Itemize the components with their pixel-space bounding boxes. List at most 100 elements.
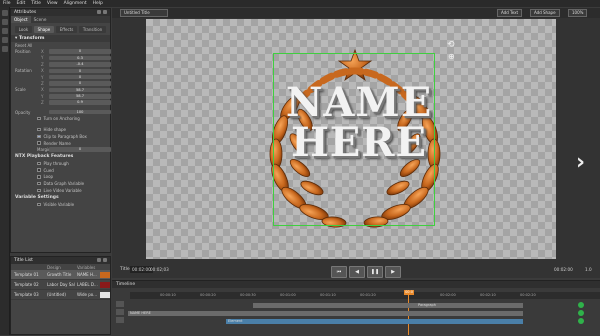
column-variables: Variables (77, 264, 96, 270)
position-z-field[interactable]: -0.4 (49, 62, 111, 67)
play-button[interactable]: ▶ (385, 266, 401, 278)
eye-icon[interactable] (116, 317, 124, 323)
anchoring-checkbox[interactable] (37, 116, 41, 121)
track-name-here[interactable]: NAME HERE (128, 311, 523, 316)
rotation-x-field[interactable]: 0 (49, 68, 111, 73)
play-through-label: Play through (43, 160, 69, 166)
playhead-marker[interactable]: 00:0 (404, 290, 414, 295)
ruler-tick-label: 00:02:00 (440, 293, 456, 297)
subtab-shape[interactable]: Shape (33, 25, 55, 33)
data-graph-checkbox[interactable] (37, 181, 41, 186)
title-list-row[interactable]: Template 03 (Untitled) Wide po... (11, 290, 110, 300)
menu-alignment[interactable]: Alignment (64, 1, 87, 6)
track-element[interactable]: Element (226, 319, 523, 324)
hide-shape-checkbox[interactable] (37, 127, 41, 132)
subtab-effects[interactable]: Effects (55, 25, 78, 33)
zoom-dropdown[interactable]: 100% (568, 9, 588, 17)
column-design: Design (47, 264, 61, 270)
ruler-tick-label: 00:01:10 (320, 293, 336, 297)
play-through-row[interactable]: Play through (11, 160, 110, 167)
tab-object[interactable]: Object (11, 16, 31, 23)
cued-row[interactable]: Cued (11, 167, 110, 174)
panel-close-icon[interactable] (103, 258, 107, 262)
live-video-row[interactable]: Live Video Variable (11, 187, 110, 194)
data-graph-row[interactable]: Data Graph Variable (11, 180, 110, 187)
opacity-field[interactable]: 100 (49, 109, 111, 115)
title-list-row[interactable]: Template 01 Growth Title NAME H... (11, 270, 110, 280)
play-through-checkbox[interactable] (37, 161, 41, 166)
anchoring-label: Turn on Anchoring (43, 116, 80, 122)
menu-title[interactable]: Title (31, 1, 41, 6)
tab-scene[interactable]: Scene (31, 16, 50, 23)
hide-shape-row[interactable]: Hide shape (11, 126, 110, 133)
anchoring-checkbox-row[interactable]: Turn on Anchoring (11, 115, 110, 122)
row-label: Rotation (15, 68, 32, 74)
go-start-button[interactable]: ⏮ (331, 266, 347, 278)
add-text-button[interactable]: Add Text (497, 9, 523, 17)
menu-view[interactable]: View (47, 1, 58, 6)
template-design: (Untitled) (47, 292, 66, 297)
play-back-button[interactable]: ◀ (349, 266, 365, 278)
pivot-handle-icon[interactable]: ⊕ (448, 52, 455, 61)
clip-paragraph-row[interactable]: Clip to Paragraph Box (11, 133, 110, 140)
scale-y-field[interactable]: 58.7 (49, 94, 111, 99)
eye-icon[interactable] (116, 309, 124, 315)
shape-tool-icon[interactable] (1, 28, 8, 34)
scale-x-field[interactable]: 58.7 (49, 87, 111, 93)
loop-row[interactable]: Loop (11, 173, 110, 180)
subtab-transition[interactable]: Transition (78, 25, 107, 33)
visible-variable-checkbox[interactable] (37, 202, 41, 206)
clip-paragraph-checkbox[interactable] (37, 134, 41, 139)
subtab-look[interactable]: Look (14, 25, 33, 33)
eye-icon[interactable] (116, 301, 124, 307)
pause-button[interactable]: ❚❚ (367, 266, 383, 278)
template-design: Labor Day Sal (47, 282, 75, 287)
title-list-row[interactable]: Template 02 Labor Day Sal LABEL D... (11, 280, 110, 290)
position-x-field[interactable]: 0 (49, 49, 111, 54)
margin-field[interactable]: 0 (49, 147, 111, 152)
template-name: Template 01 (14, 272, 39, 277)
position-y-field[interactable]: 0.3 (49, 55, 111, 61)
text-tool-icon[interactable] (1, 19, 8, 25)
variable-settings-header: Variable Settings (15, 194, 59, 200)
speed-field[interactable]: 1.0 (585, 267, 592, 272)
panel-pin-icon[interactable] (97, 258, 101, 262)
reset-all-label: Reset All (15, 42, 33, 48)
ruler-tick-label: 00:01:20 (360, 293, 376, 297)
timeline-ruler[interactable]: 00:00:10 00:00:20 00:00:30 00:01:00 00:0… (130, 292, 600, 299)
track-paragraph[interactable]: Paragraph (253, 303, 523, 308)
attribute-subtabs: Look Shape Effects Transition (14, 25, 107, 33)
panel-pin-icon[interactable] (97, 10, 101, 14)
add-shape-button[interactable]: Add Shape (530, 9, 560, 17)
loop-checkbox[interactable] (37, 175, 41, 179)
clip-paragraph-label: Clip to Paragraph Box (43, 133, 87, 139)
transform-section-header[interactable]: ▾ Transform (11, 35, 110, 42)
template-swatch (100, 271, 110, 278)
hide-shape-label: Hide shape (43, 126, 66, 132)
visible-variable-row[interactable]: Visible Variable (11, 201, 110, 208)
title-list-header: Title List (11, 257, 110, 264)
menu-file[interactable]: File (3, 1, 11, 6)
scale-z-field[interactable]: 0.9 (49, 100, 111, 105)
live-video-checkbox[interactable] (37, 188, 41, 193)
axis-label: Z (41, 81, 44, 87)
move-tool-icon[interactable] (1, 37, 8, 43)
next-arrow-icon[interactable]: › (576, 150, 585, 175)
render-name-checkbox[interactable] (37, 141, 41, 145)
timecode-duration: 00:02;03 (150, 267, 169, 272)
title-dropdown[interactable]: Untitled Title (120, 9, 168, 17)
rotation-y-field[interactable]: 0 (49, 74, 111, 80)
zoom-tool-icon[interactable] (1, 46, 8, 52)
name-here-text[interactable]: NAME HERE (279, 83, 439, 163)
rotation-z-field[interactable]: 0 (49, 81, 111, 86)
rotate-handle-icon[interactable]: ⟲ (447, 40, 455, 50)
menu-help[interactable]: Help (93, 1, 103, 6)
cued-checkbox[interactable] (37, 168, 41, 172)
select-tool-icon[interactable] (1, 10, 8, 16)
ntx-section-header: NTX Playback Features (15, 153, 74, 159)
opacity-label: Opacity (15, 109, 31, 115)
menu-edit[interactable]: Edit (17, 1, 26, 6)
menu-bar: File Edit Title View Alignment Help (0, 0, 600, 7)
panel-close-icon[interactable] (103, 10, 107, 14)
render-name-row[interactable]: Render Name (11, 140, 110, 147)
